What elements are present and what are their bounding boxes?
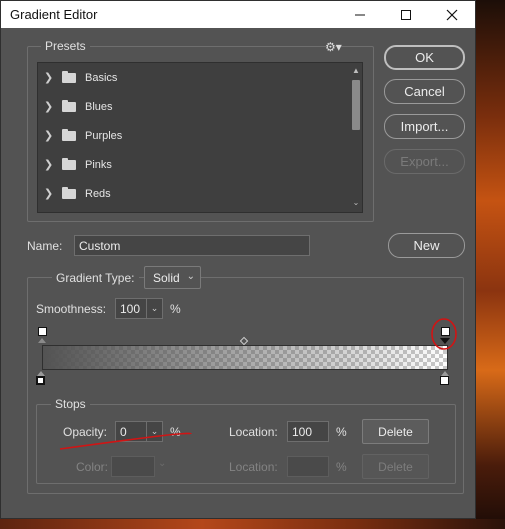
close-button[interactable] bbox=[429, 1, 475, 28]
new-button[interactable]: New bbox=[388, 233, 465, 258]
gradient-editor-dialog: Gradient Editor Presets ⚙▾ ❯ Basics ❯ Bl… bbox=[0, 0, 476, 519]
chevron-right-icon[interactable]: ❯ bbox=[44, 187, 62, 200]
scrollbar-thumb[interactable] bbox=[352, 80, 360, 130]
opacity-stop-right-arrow bbox=[440, 338, 450, 344]
color-stop-left[interactable] bbox=[36, 376, 45, 385]
chevron-right-icon[interactable]: ❯ bbox=[44, 100, 62, 113]
preset-folder-basics[interactable]: ❯ Basics bbox=[38, 63, 348, 92]
close-icon bbox=[446, 9, 458, 20]
gradient-type-value: Solid bbox=[153, 270, 180, 285]
preset-folder-label: Blues bbox=[85, 100, 113, 113]
minimize-button[interactable] bbox=[337, 1, 383, 28]
maximize-button[interactable] bbox=[383, 1, 429, 28]
smoothness-unit: % bbox=[170, 302, 181, 316]
gradient-preview-bar[interactable] bbox=[42, 345, 448, 370]
smoothness-value: 100 bbox=[120, 301, 141, 316]
opacity-stop-left[interactable] bbox=[38, 327, 47, 336]
name-label: Name: bbox=[27, 239, 63, 253]
smoothness-label: Smoothness: bbox=[36, 302, 107, 316]
folder-icon bbox=[62, 99, 76, 112]
color-location-unit: % bbox=[336, 460, 347, 474]
background-photo-right bbox=[476, 0, 505, 529]
color-location-field[interactable] bbox=[287, 456, 329, 477]
opacity-stop-right-selected[interactable] bbox=[441, 327, 450, 336]
scroll-down-icon[interactable]: ⌄ bbox=[351, 198, 361, 208]
preset-folder-label: Purples bbox=[85, 129, 123, 142]
color-swatch[interactable] bbox=[111, 456, 155, 477]
delete-opacity-stop-button[interactable]: Delete bbox=[362, 419, 429, 444]
chevron-down-icon: ⌄ bbox=[186, 271, 195, 282]
ok-button[interactable]: OK bbox=[384, 45, 465, 70]
opacity-stepper[interactable]: 0 ⌄ bbox=[115, 421, 163, 442]
title-bar: Gradient Editor bbox=[1, 1, 475, 28]
gradient-type-select[interactable]: Solid ⌄ bbox=[144, 266, 201, 289]
preset-folder-blues[interactable]: ❯ Blues bbox=[38, 92, 348, 121]
gear-icon[interactable]: ⚙▾ bbox=[325, 40, 342, 54]
folder-icon bbox=[62, 128, 76, 141]
minimize-icon bbox=[355, 14, 365, 15]
scroll-up-icon[interactable]: ▲ bbox=[351, 66, 361, 76]
opacity-location-unit: % bbox=[336, 425, 347, 439]
color-location-label: Location: bbox=[229, 460, 278, 474]
chevron-right-icon[interactable]: ❯ bbox=[44, 129, 62, 142]
opacity-value: 0 bbox=[120, 424, 127, 439]
cancel-button[interactable]: Cancel bbox=[384, 79, 465, 104]
opacity-location-field[interactable]: 100 bbox=[287, 421, 329, 442]
preset-folder-label: Reds bbox=[85, 187, 111, 200]
chevron-down-icon: ⌄ bbox=[158, 458, 167, 469]
folder-icon bbox=[62, 186, 76, 199]
chevron-right-icon[interactable]: ❯ bbox=[44, 71, 62, 84]
color-stop-right[interactable] bbox=[440, 376, 449, 385]
chevron-down-icon[interactable]: ⌄ bbox=[146, 422, 162, 441]
maximize-icon bbox=[401, 9, 411, 20]
color-label: Color: bbox=[76, 460, 109, 474]
preset-folder-pinks[interactable]: ❯ Pinks bbox=[38, 150, 348, 179]
folder-icon bbox=[62, 157, 76, 170]
background-photo-bottom bbox=[0, 519, 505, 529]
gradient-type-label: Gradient Type: bbox=[52, 271, 139, 285]
window-title: Gradient Editor bbox=[10, 7, 98, 22]
name-field[interactable]: Custom bbox=[74, 235, 310, 256]
chevron-right-icon[interactable]: ❯ bbox=[44, 158, 62, 171]
chevron-down-icon[interactable]: ⌄ bbox=[146, 299, 162, 318]
presets-list[interactable]: ❯ Basics ❯ Blues ❯ Purples ❯ Pinks ❯ Red… bbox=[37, 62, 363, 213]
export-button[interactable]: Export... bbox=[384, 149, 465, 174]
opacity-label: Opacity: bbox=[63, 425, 108, 439]
preset-folder-reds[interactable]: ❯ Reds bbox=[38, 179, 348, 208]
preset-folder-label: Basics bbox=[85, 71, 118, 84]
opacity-stop-left-arrow bbox=[38, 338, 46, 343]
presets-scrollbar[interactable]: ▲ ⌄ bbox=[349, 63, 363, 212]
presets-label: Presets bbox=[41, 39, 90, 53]
opacity-unit: % bbox=[170, 425, 181, 439]
opacity-location-label: Location: bbox=[229, 425, 278, 439]
import-button[interactable]: Import... bbox=[384, 114, 465, 139]
stops-label: Stops bbox=[51, 397, 90, 411]
preset-folder-purples[interactable]: ❯ Purples bbox=[38, 121, 348, 150]
delete-color-stop-button[interactable]: Delete bbox=[362, 454, 429, 479]
smoothness-stepper[interactable]: 100 ⌄ bbox=[115, 298, 163, 319]
folder-icon bbox=[62, 70, 76, 83]
preset-folder-label: Pinks bbox=[85, 158, 112, 171]
